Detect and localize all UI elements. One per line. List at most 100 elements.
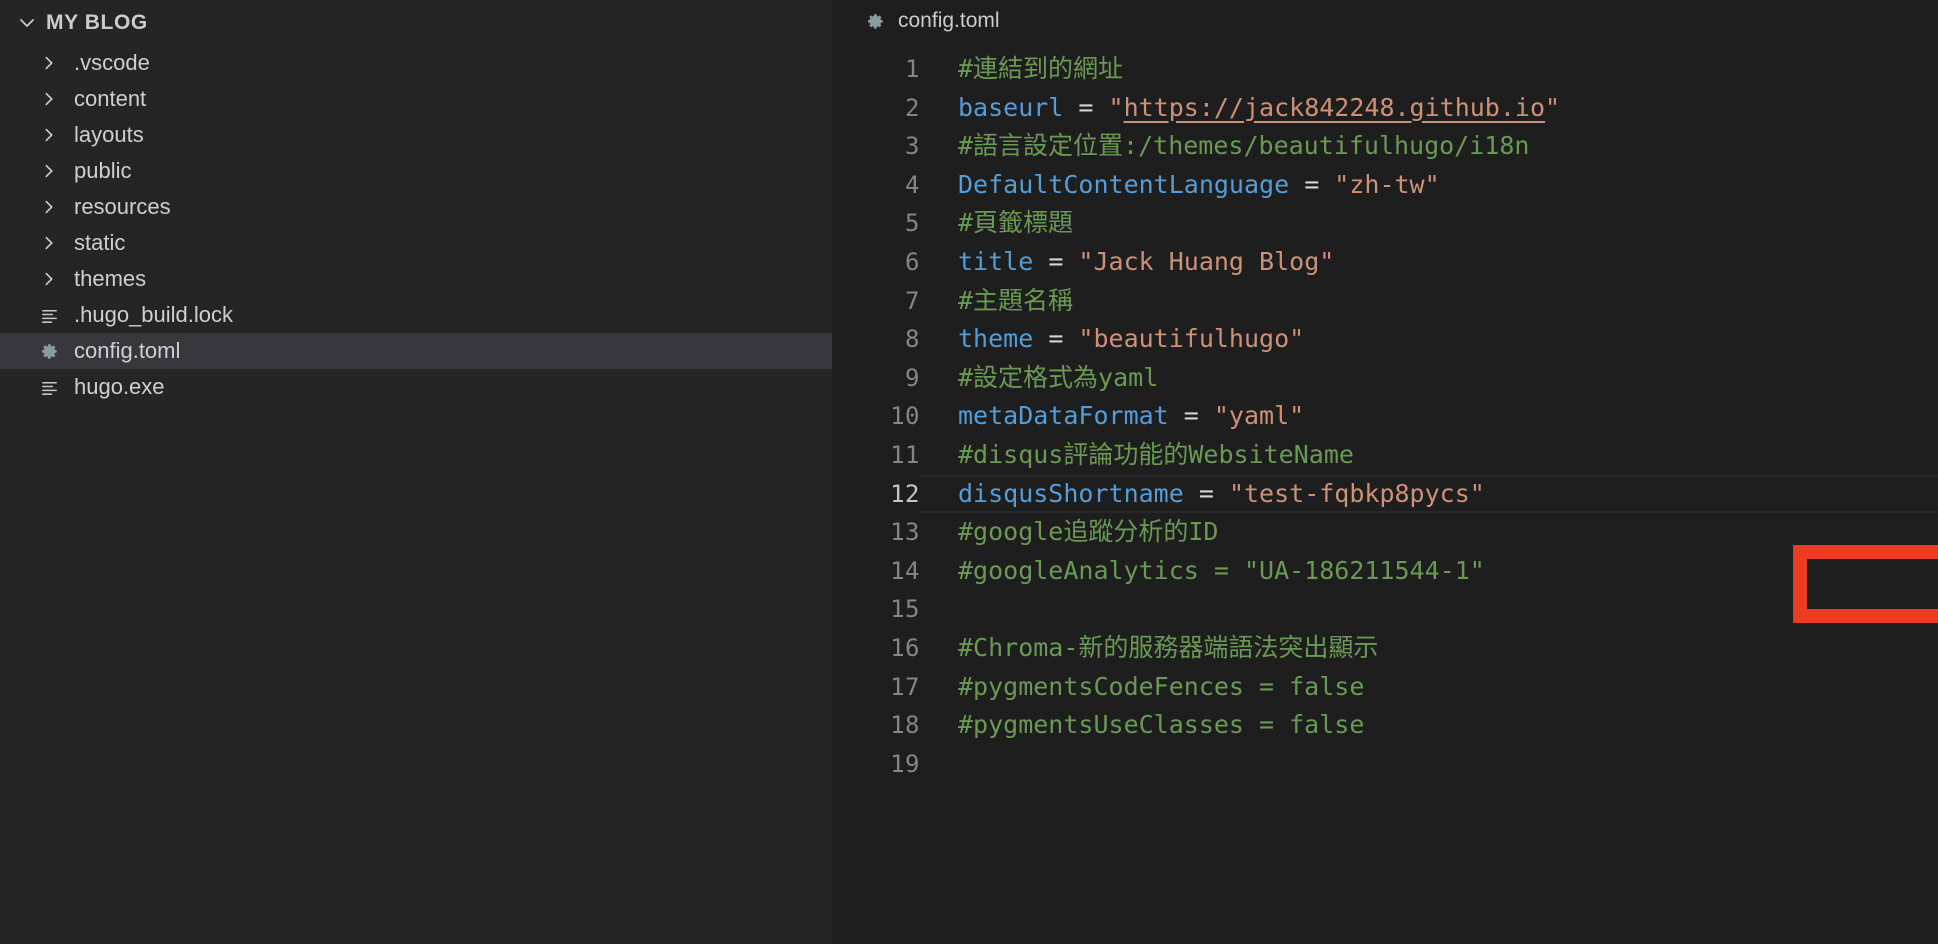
sidebar-item-layouts[interactable]: layouts [0, 117, 832, 153]
code-line-text: metaDataFormat = "yaml" [958, 397, 1304, 436]
line-number: 7 [905, 286, 920, 315]
chevron-right-icon[interactable] [28, 161, 70, 181]
line-number: 13 [890, 518, 920, 547]
code-line-text: #語言設定位置:/themes/beautifulhugo/i18n [958, 127, 1529, 166]
code-line-text: #google追蹤分析的ID [958, 513, 1218, 552]
breadcrumb[interactable]: config.toml [832, 0, 1938, 42]
sidebar-item-public[interactable]: public [0, 153, 832, 189]
code-line[interactable]: 19 [832, 745, 1938, 784]
code-line[interactable]: 7 #主題名稱 [832, 282, 1938, 321]
chevron-right-icon[interactable] [28, 53, 70, 73]
code-line[interactable]: 17 #pygmentsCodeFences = false [832, 668, 1938, 707]
code-line[interactable]: 11 #disqus評論功能的WebsiteName [832, 436, 1938, 475]
code-line[interactable]: 13 #google追蹤分析的ID [832, 513, 1938, 552]
code-token: #頁籤標題 [958, 208, 1074, 238]
explorer-root-label: MY BLOG [46, 10, 148, 34]
sidebar-item-label: resources [74, 194, 171, 219]
code-token: #Chroma-新的服務器端語法突出顯示 [958, 632, 1379, 662]
current-line-highlight [920, 474, 1938, 514]
code-token: #google追蹤分析的ID [958, 517, 1219, 547]
sidebar-item-vscode[interactable]: .vscode [0, 45, 832, 81]
chevron-right-icon[interactable] [28, 125, 70, 145]
code-token: theme [958, 324, 1034, 354]
sidebar-item-hugo-exe[interactable]: hugo.exe [0, 369, 832, 405]
code-token: #pygmentsCodeFences = false [958, 671, 1365, 701]
chevron-right-icon[interactable] [28, 89, 70, 109]
gear-icon [860, 11, 890, 32]
code-line[interactable]: 10 metaDataFormat = "yaml" [832, 397, 1938, 436]
sidebar-item-static[interactable]: static [0, 225, 832, 261]
line-number: 3 [905, 132, 920, 161]
code-line[interactable]: 4 DefaultContentLanguage = "zh-tw" [832, 166, 1938, 205]
code-line[interactable]: 14 #googleAnalytics = "UA-186211544-1" [832, 552, 1938, 591]
code-line[interactable]: 16 #Chroma-新的服務器端語法突出顯示 [832, 629, 1938, 668]
vscode-window: MY BLOG .vscode content layouts public resou… [0, 0, 1938, 944]
code-line-text: #googleAnalytics = "UA-186211544-1" [958, 552, 1485, 591]
chevron-right-icon[interactable] [28, 197, 70, 217]
sidebar-item-content[interactable]: content [0, 81, 832, 117]
code-token: #設定格式為yaml [958, 362, 1159, 392]
code-token: metaDataFormat [958, 401, 1169, 431]
line-number: 2 [905, 93, 920, 122]
code-token: #語言設定位置:/themes/beautifulhugo/i18n [958, 131, 1530, 161]
code-line[interactable]: 3 #語言設定位置:/themes/beautifulhugo/i18n [832, 127, 1938, 166]
code-line[interactable]: 1 #連結到的網址 [832, 50, 1938, 89]
chevron-right-icon[interactable] [28, 269, 70, 289]
code-token: baseurl [958, 92, 1064, 122]
code-line[interactable]: 12 disqusShortname = "test-fqbkp8pycs" [832, 474, 1938, 514]
code-line-text: theme = "beautifulhugo" [958, 320, 1304, 359]
sidebar-item-label: hugo.exe [74, 374, 165, 399]
code-editor-content[interactable]: 1 #連結到的網址 2 baseurl = "https://jack842248.g… [832, 42, 1938, 783]
chevron-right-icon[interactable] [28, 233, 70, 253]
explorer-root-folder[interactable]: MY BLOG [0, 0, 832, 45]
sidebar-item-resources[interactable]: resources [0, 189, 832, 225]
code-line[interactable]: 15 [832, 590, 1938, 629]
gear-icon [28, 341, 70, 362]
sidebar-item-hugo-build-lock[interactable]: .hugo_build.lock [0, 297, 832, 333]
line-number: 6 [905, 247, 920, 276]
code-line[interactable]: 8 theme = "beautifulhugo" [832, 320, 1938, 359]
line-number: 9 [905, 363, 920, 392]
chevron-down-icon[interactable] [10, 6, 44, 40]
code-line[interactable]: 18 #pygmentsUseClasses = false [832, 706, 1938, 745]
code-line-text: title = "Jack Huang Blog" [958, 243, 1334, 282]
sidebar-item-label: config.toml [74, 338, 181, 363]
code-token: https://jack842248.github.io [1123, 92, 1546, 122]
code-token: title [958, 246, 1034, 276]
explorer-sidebar: MY BLOG .vscode content layouts public resou… [0, 0, 832, 944]
code-token: #主題名稱 [958, 285, 1074, 315]
sidebar-item-label: .hugo_build.lock [74, 302, 234, 327]
sidebar-item-label: layouts [74, 122, 144, 147]
code-token: #googleAnalytics = "UA-186211544-1" [958, 555, 1485, 585]
file-tree: .vscode content layouts public resources stat… [0, 45, 832, 405]
line-number: 5 [905, 209, 920, 238]
code-token: = [1063, 92, 1109, 122]
sidebar-item-config-toml[interactable]: config.toml [0, 333, 832, 369]
code-line-text: #pygmentsUseClasses = false [958, 706, 1364, 745]
sidebar-item-themes[interactable]: themes [0, 261, 832, 297]
code-token: DefaultContentLanguage [958, 169, 1290, 199]
sidebar-item-label: content [74, 86, 147, 111]
editor-pane: config.toml 1 #連結到的網址 2 baseurl = "https://… [832, 0, 1938, 944]
code-token: " [1108, 92, 1124, 122]
code-token: "beautifulhugo" [1078, 324, 1305, 354]
code-token: #pygmentsUseClasses = false [958, 710, 1365, 740]
line-number: 15 [890, 595, 920, 624]
code-line-text: #Chroma-新的服務器端語法突出顯示 [958, 629, 1378, 668]
code-line-text: #disqus評論功能的WebsiteName [958, 436, 1354, 475]
code-line[interactable]: 6 title = "Jack Huang Blog" [832, 243, 1938, 282]
line-number: 11 [890, 440, 920, 469]
code-token: #disqus評論功能的WebsiteName [958, 439, 1354, 469]
line-number: 8 [905, 325, 920, 354]
code-token: " [1545, 92, 1561, 122]
sidebar-item-label: themes [74, 266, 147, 291]
code-token: = [1289, 169, 1335, 199]
code-line[interactable]: 9 #設定格式為yaml [832, 359, 1938, 398]
code-line[interactable]: 5 #頁籤標題 [832, 204, 1938, 243]
line-number: 12 [890, 479, 920, 508]
code-token: = [1168, 401, 1214, 431]
code-line-text: #主題名稱 [958, 282, 1073, 321]
line-number: 1 [905, 55, 920, 83]
code-line[interactable]: 2 baseurl = "https://jack842248.github.io… [832, 89, 1938, 128]
code-line-text: DefaultContentLanguage = "zh-tw" [958, 166, 1440, 205]
